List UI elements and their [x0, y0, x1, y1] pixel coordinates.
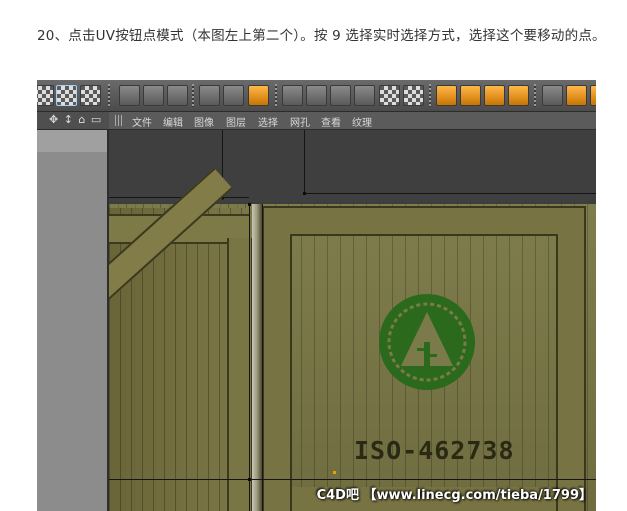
texture-view-menubar: 文件 编辑 图像 图层 选择 网孔 查看 纹理: [109, 112, 596, 130]
uv-grid-area: [109, 130, 596, 202]
uv-align-icon[interactable]: [282, 85, 303, 106]
menu-view[interactable]: 查看: [321, 114, 341, 129]
uv-edge-line: [262, 204, 263, 511]
menu-select[interactable]: 选择: [258, 114, 278, 129]
uv-point-mode-icon[interactable]: [56, 85, 77, 106]
texture-viewport[interactable]: ISO-462738 C4D吧 【www.linecg.com/tieba/17…: [109, 130, 596, 511]
live-selection-icon[interactable]: [199, 85, 220, 106]
uv-polygon-mode-icon[interactable]: [37, 85, 54, 106]
menu-mesh[interactable]: 网孔: [290, 114, 310, 129]
crate-front-panel: ISO-462738: [262, 204, 596, 511]
watermark: C4D吧 【www.linecg.com/tieba/1799】: [316, 488, 592, 503]
toolbar-separator: [108, 84, 110, 107]
side-panel-header: ✥ ↕ ⌂ ▭: [37, 112, 109, 130]
rotate-tool-icon[interactable]: [167, 85, 188, 106]
uv-point[interactable]: [248, 478, 251, 481]
c4d-screenshot: ✥ ↕ ⌂ ▭ 文件 编辑 图像 图层 选择 网孔 查看 纹理 ISO-4627…: [37, 80, 596, 511]
rectangle-selection-icon[interactable]: [223, 85, 244, 106]
uv-point[interactable]: [248, 203, 251, 206]
uv-edge-line: [304, 193, 596, 194]
menu-layer[interactable]: 图层: [226, 114, 246, 129]
article-paragraph: 20、点击UV按钮点模式（本图左上第二个）。按 9 选择实时选择方式，选择这个要…: [37, 28, 606, 44]
tree-emblem-icon: [379, 294, 475, 390]
navigation-icons[interactable]: ✥ ↕ ⌂ ▭: [49, 113, 102, 126]
uv-weld-icon[interactable]: [354, 85, 375, 106]
scale-tool-icon[interactable]: [143, 85, 164, 106]
uv-checker-icon[interactable]: [403, 85, 424, 106]
move-tool-icon[interactable]: [119, 85, 140, 106]
toolbar-separator: [192, 84, 194, 107]
menu-texture[interactable]: 纹理: [352, 114, 372, 129]
uv-edge-line: [304, 130, 305, 194]
picture-viewer-icon[interactable]: [590, 85, 596, 106]
render-settings-icon[interactable]: [566, 85, 587, 106]
texture-icon[interactable]: [248, 85, 269, 106]
toolbar-separator: [429, 84, 431, 107]
toolbar-separator: [275, 84, 277, 107]
layout-triple-icon[interactable]: [484, 85, 505, 106]
uv-point[interactable]: [303, 192, 306, 195]
selected-uv-point[interactable]: [333, 471, 336, 474]
uv-mirror-icon[interactable]: [330, 85, 351, 106]
uv-distribute-icon[interactable]: [306, 85, 327, 106]
layout-quad-icon[interactable]: [508, 85, 529, 106]
layout-split-icon[interactable]: [460, 85, 481, 106]
crate-texture: ISO-462738: [109, 167, 596, 511]
uv-edge-line: [109, 479, 596, 480]
render-icon[interactable]: [542, 85, 563, 106]
uv-edge-mode-icon[interactable]: [80, 85, 101, 106]
crate-stencil-text: ISO-462738: [354, 436, 515, 465]
uv-edge-line: [249, 204, 250, 511]
uv-pattern-icon[interactable]: [379, 85, 400, 106]
grip-handle[interactable]: [115, 115, 124, 126]
side-panel: [37, 130, 109, 511]
menu-file[interactable]: 文件: [132, 114, 152, 129]
layout-single-icon[interactable]: [436, 85, 457, 106]
menu-edit[interactable]: 编辑: [163, 114, 183, 129]
crate-side-panel: [109, 167, 253, 511]
menu-image[interactable]: 图像: [194, 114, 214, 129]
toolbar-separator: [534, 84, 536, 107]
bodypaint-toolbar: [37, 80, 596, 112]
